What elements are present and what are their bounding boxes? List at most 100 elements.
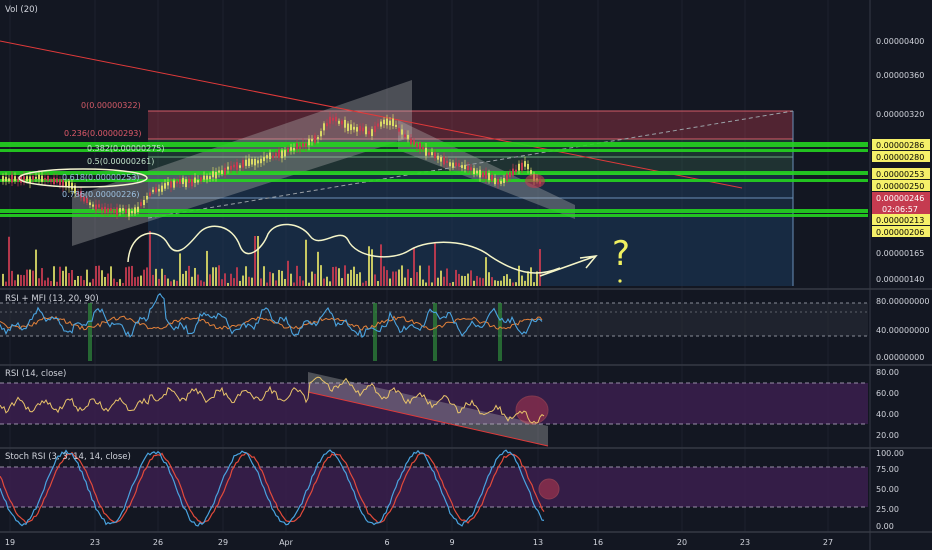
volume-bar — [158, 278, 160, 286]
volume-bar — [137, 276, 139, 286]
volume-bar — [41, 268, 43, 286]
price-axis[interactable]: 0.00000400 0.00000360 0.00000320 0.00000… — [872, 37, 930, 531]
volume-bar — [359, 272, 361, 286]
candle-body — [518, 163, 520, 171]
volume-bar — [104, 276, 106, 286]
volume-bar — [44, 280, 46, 286]
candle-body — [200, 177, 202, 182]
candle-body — [218, 170, 220, 173]
main-price-pane[interactable]: ? 0(0.00000322) 0.236(0.00000293) 0.382(… — [0, 5, 868, 286]
candle-body — [326, 123, 328, 127]
volume-bar — [404, 277, 406, 286]
candle-body — [260, 158, 262, 164]
volume-bar — [500, 280, 502, 286]
candle-body — [491, 174, 493, 181]
volume-bar — [95, 265, 97, 286]
price-tick: 0.00000140 — [876, 275, 924, 284]
stoch-tick: 100.00 — [876, 449, 904, 458]
chart-root[interactable]: ? 0(0.00000322) 0.236(0.00000293) 0.382(… — [0, 0, 932, 550]
candle-body — [35, 176, 37, 179]
candle-body — [365, 126, 367, 135]
rsi-pane[interactable]: RSI (14, close) — [0, 369, 868, 447]
volume-bar — [311, 271, 313, 286]
volume-bar — [185, 270, 187, 286]
candle-body — [41, 175, 43, 182]
volume-bar — [128, 266, 130, 286]
candle-body — [380, 121, 382, 127]
volume-bar — [299, 276, 301, 286]
volume-bar — [182, 273, 184, 286]
candle-body — [371, 129, 373, 137]
volume-bar — [32, 270, 34, 286]
price-badge: 0.00000286 — [876, 141, 924, 150]
stoch-rsi-pane[interactable]: Stoch RSI (3, 3, 14, 14, close) — [0, 449, 868, 527]
volume-bar — [320, 265, 322, 286]
volume-bar — [242, 275, 244, 286]
volume-bar — [308, 282, 310, 286]
price-badge: 0.00000250 — [876, 182, 924, 191]
candle-body — [206, 175, 208, 180]
volume-bar — [488, 272, 490, 286]
volume-bar — [341, 278, 343, 286]
time-label: 26 — [153, 538, 163, 547]
volume-bar — [449, 282, 451, 286]
volume-bar — [506, 274, 508, 286]
volume-bar — [254, 236, 256, 286]
candle-body — [503, 178, 505, 183]
rsi-mfi-pane[interactable]: RSI + MFI (13, 20, 90) — [0, 292, 868, 361]
time-axis[interactable]: 19 23 26 29 Apr 6 9 13 16 20 23 27 — [5, 538, 833, 547]
candle-body — [296, 143, 298, 150]
candle-body — [512, 168, 514, 176]
candle-body — [530, 170, 532, 174]
green-band-206 — [0, 214, 868, 217]
candle-body — [98, 204, 100, 208]
candle-body — [188, 178, 190, 184]
volume-bar — [236, 267, 238, 286]
candle-body — [17, 179, 19, 182]
volume-bar — [533, 282, 535, 286]
volume-bar — [260, 278, 262, 286]
stoch-circle-marker — [538, 478, 560, 500]
fib-label-618: 0.618(0.00000253) — [62, 173, 140, 182]
candle-body — [137, 206, 139, 213]
candle-body — [398, 128, 400, 132]
candle-body — [524, 161, 526, 167]
volume-bar — [374, 274, 376, 286]
candle-body — [425, 147, 427, 156]
candle-body — [266, 155, 268, 159]
candle-body — [248, 158, 250, 167]
volume-bar — [491, 277, 493, 286]
candle-body — [59, 179, 61, 186]
stoch-title: Stoch RSI (3, 3, 14, 14, close) — [5, 452, 131, 462]
candle-body — [38, 174, 40, 180]
volume-bar — [194, 267, 196, 286]
volume-bar — [71, 270, 73, 286]
rsi-title: RSI (14, close) — [5, 369, 66, 379]
candle-body — [521, 162, 523, 171]
candle-body — [368, 131, 370, 135]
candle-body — [119, 208, 121, 212]
volume-bar — [422, 279, 424, 286]
rsi-mfi-highlight — [88, 303, 92, 361]
volume-bar — [245, 266, 247, 286]
volume-bar — [482, 278, 484, 286]
volume-bar — [227, 282, 229, 286]
time-label: 6 — [384, 538, 389, 547]
candle-body — [197, 180, 199, 183]
volume-bar — [140, 275, 142, 286]
candle-body — [455, 162, 457, 167]
volume-bar — [338, 268, 340, 286]
volume-bar — [17, 274, 19, 286]
volume-bar — [347, 273, 349, 286]
trading-chart[interactable]: ? 0(0.00000322) 0.236(0.00000293) 0.382(… — [0, 0, 932, 550]
volume-bar — [26, 269, 28, 286]
candle-body — [152, 189, 154, 193]
candle-body — [392, 118, 394, 127]
candle-body — [251, 159, 253, 165]
candle-body — [482, 172, 484, 178]
rsi-mfi-title: RSI + MFI (13, 20, 90) — [5, 294, 99, 304]
candle-body — [311, 138, 313, 142]
candle-body — [404, 134, 406, 138]
volume-bar — [83, 280, 85, 286]
candle-body — [125, 209, 127, 213]
